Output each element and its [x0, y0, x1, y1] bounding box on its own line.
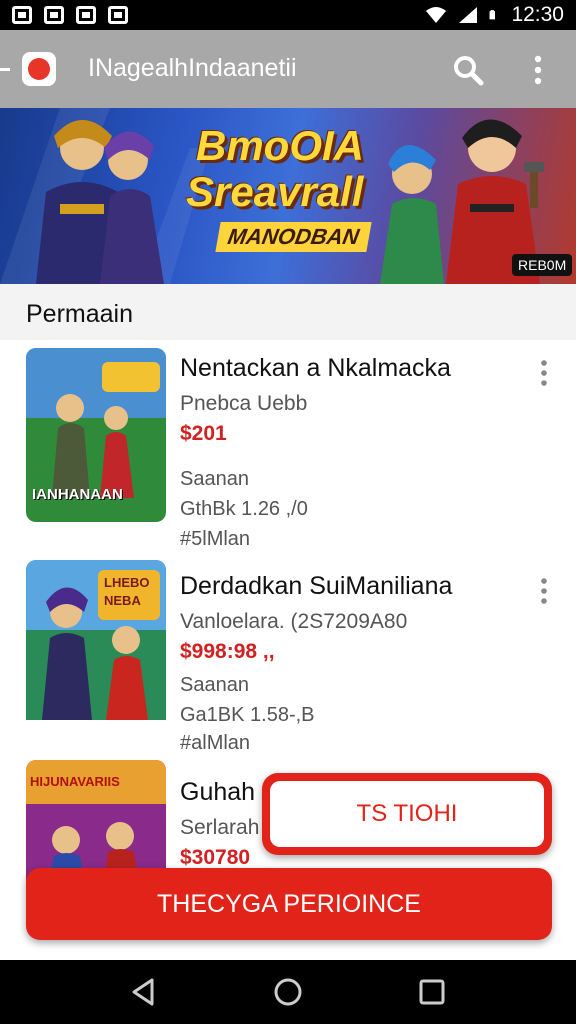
item-meta: Saanan — [180, 468, 249, 490]
back-arrow-icon[interactable] — [0, 68, 10, 71]
status-bar: 12:30 — [0, 0, 576, 30]
item-price: $998:98 ,, — [180, 640, 275, 663]
item-price: $201 — [180, 422, 227, 445]
item-title: Derdadkan SuiManiliana — [180, 572, 453, 600]
section-header: Permaain — [0, 284, 576, 340]
game-thumbnail[interactable]: LHEBO NEBA — [26, 560, 166, 734]
nav-recents-icon[interactable] — [416, 976, 448, 1008]
nav-back-icon[interactable] — [128, 976, 160, 1008]
app-bar: INagealhIndaanetii — [0, 30, 576, 108]
thumbnail-label: IANHANAAN — [32, 486, 123, 503]
notification-icon — [44, 6, 64, 24]
item-price: $30780 — [180, 846, 251, 869]
thumbnail-label: HIJUNAVARIIS — [30, 774, 120, 789]
signal-icon — [459, 7, 478, 23]
item-subtitle: Serlarah — [180, 816, 260, 839]
banner-subtitle: MANODBAN — [215, 222, 372, 252]
notification-icon — [108, 6, 128, 24]
thumbnail-label: LHEBO NEBA — [104, 575, 150, 608]
list-item[interactable]: IANHANAAN Nentackan a Nkalmacka Pnebca U… — [0, 340, 576, 558]
notification-icon — [76, 6, 96, 24]
item-title: Nentackan a Nkalmacka — [180, 354, 451, 382]
ts-button-label: TS TIOHI — [270, 781, 544, 847]
system-nav-bar — [0, 960, 576, 1024]
item-meta: Saanan — [180, 674, 249, 696]
notification-icon — [12, 6, 32, 24]
battery-icon — [489, 10, 496, 20]
item-meta: GthBk 1.26 ,/0 — [180, 498, 308, 520]
item-more-icon[interactable] — [536, 576, 552, 606]
item-meta: Ga1BK 1.58-,B — [180, 704, 315, 726]
ts-button[interactable]: TS TIOHI — [262, 773, 552, 855]
item-more-icon[interactable] — [536, 358, 552, 388]
banner-badge: REB0M — [512, 254, 573, 276]
screen: 12:30 INagealhIndaanetii BmoOIA Sreavral… — [0, 0, 576, 1024]
app-logo-icon — [22, 52, 56, 86]
banner-title-line1: BmoOIA — [196, 122, 364, 169]
more-options-icon[interactable] — [528, 54, 548, 86]
promo-banner[interactable]: BmoOIA Sreavrall MANODBAN REB0M — [0, 108, 576, 284]
clock: 12:30 — [511, 3, 564, 26]
item-subtitle: Vanloelara. (2S7209A80 — [180, 610, 408, 633]
banner-title-line2: Sreavrall — [186, 168, 364, 215]
item-meta: #5lMlan — [180, 528, 251, 550]
nav-home-icon[interactable] — [272, 976, 304, 1008]
item-title: Guhah — [180, 778, 256, 806]
notification-icons — [12, 6, 128, 24]
game-thumbnail[interactable]: IANHANAAN — [26, 348, 166, 522]
wifi-icon — [426, 7, 447, 23]
list-item[interactable]: LHEBO NEBA Derdadkan SuiManiliana Vanloe… — [0, 552, 576, 762]
primary-cta-button[interactable]: THECYGA PERIOINCE — [26, 868, 552, 940]
app-title: INagealhIndaanetii — [88, 54, 297, 82]
item-subtitle: Pnebca Uebb — [180, 392, 308, 415]
search-icon[interactable] — [452, 54, 484, 86]
section-title: Permaain — [26, 300, 133, 328]
